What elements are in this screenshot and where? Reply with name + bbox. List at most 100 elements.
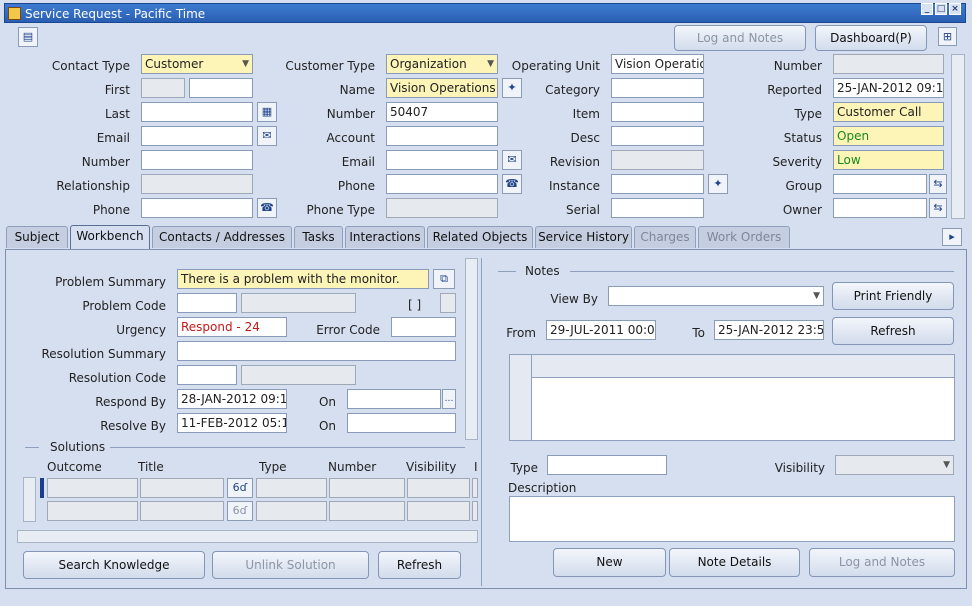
- owner-field[interactable]: [833, 198, 927, 218]
- minimize-icon[interactable]: _: [921, 3, 933, 15]
- serial-field[interactable]: [611, 198, 704, 218]
- note-type-field[interactable]: [547, 455, 667, 475]
- solution-outcome-cell[interactable]: [47, 478, 138, 498]
- account-field[interactable]: [386, 126, 498, 146]
- phone-type-field: [386, 198, 498, 218]
- first-name-field[interactable]: [189, 78, 253, 98]
- group-field[interactable]: [833, 174, 927, 194]
- solution-i-cell[interactable]: [472, 478, 478, 498]
- workbench-scrollbar[interactable]: [465, 258, 478, 440]
- resolve-on-field[interactable]: [347, 413, 456, 433]
- prefix-field: [141, 78, 185, 98]
- print-friendly-button[interactable]: Print Friendly: [832, 282, 954, 310]
- type-label: Type: [794, 107, 822, 121]
- instance-field[interactable]: [611, 174, 704, 194]
- folder-icon[interactable]: ▤: [18, 27, 38, 47]
- glasses-icon[interactable]: 6ɗ: [227, 478, 253, 498]
- tab-scroll-right-icon[interactable]: ▸: [942, 228, 962, 246]
- from-date-field[interactable]: 29-JUL-2011 00:00: [546, 320, 656, 340]
- customer-phone-label: Phone: [337, 179, 375, 193]
- contact-email-field[interactable]: [141, 126, 253, 146]
- item-field[interactable]: [611, 102, 704, 122]
- customer-number-label: Number: [326, 107, 375, 121]
- customer-number-field[interactable]: 50407: [386, 102, 498, 122]
- tab-workbench[interactable]: Workbench: [70, 225, 150, 249]
- tab-charges: Charges: [634, 226, 696, 248]
- group-label: Group: [785, 179, 822, 193]
- maximize-icon[interactable]: □: [935, 3, 947, 15]
- error-code-field[interactable]: [391, 317, 456, 337]
- resolution-summary-field[interactable]: [177, 341, 456, 361]
- tab-contacts-addresses[interactable]: Contacts / Addresses: [152, 226, 292, 248]
- respond-by-field[interactable]: 28-JAN-2012 09:13: [177, 389, 287, 409]
- solution-visibility-cell[interactable]: [407, 478, 470, 498]
- problem-code-field[interactable]: [177, 293, 237, 313]
- reported-field[interactable]: 25-JAN-2012 09:13: [833, 78, 944, 98]
- category-label: Category: [545, 83, 600, 97]
- tab-related-objects[interactable]: Related Objects: [427, 226, 533, 248]
- desc-field[interactable]: [611, 126, 704, 146]
- header-scrollbar[interactable]: [951, 54, 965, 219]
- revision-field: [611, 150, 704, 170]
- resolution-code-label: Resolution Code: [68, 371, 166, 385]
- expand-icon[interactable]: ⊞: [938, 27, 957, 46]
- category-field[interactable]: [611, 78, 704, 98]
- contact-phone-field[interactable]: [141, 198, 253, 218]
- note-visibility-select[interactable]: ▼: [835, 455, 954, 475]
- solution-number-cell[interactable]: [329, 501, 405, 521]
- solution-i-cell[interactable]: [472, 501, 478, 521]
- customer-phone-field[interactable]: [386, 174, 498, 194]
- owner-lookup-icon[interactable]: ⇆: [929, 198, 947, 218]
- note-details-button[interactable]: Note Details: [669, 548, 800, 577]
- divider: [25, 447, 39, 448]
- solutions-hscroll[interactable]: [17, 530, 478, 543]
- solution-outcome-cell[interactable]: [47, 501, 138, 521]
- tab-tasks[interactable]: Tasks: [294, 226, 343, 248]
- search-knowledge-button[interactable]: Search Knowledge: [23, 551, 205, 579]
- respond-on-field[interactable]: [347, 389, 441, 409]
- solution-number-cell[interactable]: [329, 478, 405, 498]
- contact-type-select[interactable]: Customer ▼: [141, 54, 253, 74]
- solutions-refresh-button[interactable]: Refresh: [378, 551, 461, 579]
- customer-name-field[interactable]: Vision Operations: [386, 78, 498, 98]
- tab-subject[interactable]: Subject: [6, 226, 68, 248]
- view-by-select[interactable]: ▼: [608, 286, 824, 306]
- to-date-field[interactable]: 25-JAN-2012 23:59: [714, 320, 824, 340]
- customer-type-select[interactable]: Organization ▼: [386, 54, 498, 74]
- revision-label: Revision: [549, 155, 600, 169]
- problem-summary-field[interactable]: There is a problem with the monitor.: [177, 269, 429, 289]
- solutions-vscroll[interactable]: [23, 477, 36, 522]
- solution-visibility-cell[interactable]: [407, 501, 470, 521]
- notes-grid[interactable]: [509, 354, 955, 441]
- description-textarea[interactable]: [509, 496, 955, 542]
- request-type-field[interactable]: Customer Call: [833, 102, 944, 122]
- urgency-field[interactable]: Respond - 24: [177, 317, 287, 337]
- customer-email-field[interactable]: [386, 150, 498, 170]
- solution-type-cell[interactable]: [256, 501, 327, 521]
- resolve-by-field[interactable]: 11-FEB-2012 05:13: [177, 413, 287, 433]
- problem-code-desc-field: [241, 293, 356, 313]
- dashboard-button[interactable]: Dashboard(P): [815, 25, 927, 51]
- group-lookup-icon[interactable]: ⇆: [929, 174, 947, 194]
- severity-field[interactable]: Low: [833, 150, 944, 170]
- status-field[interactable]: Open: [833, 126, 944, 146]
- request-number-label: Number: [773, 59, 822, 73]
- last-name-field[interactable]: [141, 102, 253, 122]
- contact-number-field[interactable]: [141, 150, 253, 170]
- operating-unit-field[interactable]: Vision Operatio: [611, 54, 704, 74]
- solution-title-cell[interactable]: [140, 501, 224, 521]
- ellipsis-icon[interactable]: …: [442, 389, 456, 409]
- tab-interactions[interactable]: Interactions: [345, 226, 425, 248]
- flex-brackets[interactable]: [ ]: [408, 298, 421, 312]
- window-title: Service Request - Pacific Time: [25, 7, 206, 21]
- new-note-button[interactable]: New: [553, 548, 666, 577]
- tab-service-history[interactable]: Service History: [535, 226, 632, 248]
- chevron-down-icon: ▼: [242, 59, 249, 69]
- flashlight-icon[interactable]: ✦: [708, 174, 728, 194]
- solution-title-cell[interactable]: [140, 478, 224, 498]
- problem-summary-label: Problem Summary: [55, 275, 166, 289]
- resolution-code-field[interactable]: [177, 365, 237, 385]
- solution-type-cell[interactable]: [256, 478, 327, 498]
- close-icon[interactable]: ×: [949, 3, 961, 15]
- notes-refresh-button[interactable]: Refresh: [832, 317, 954, 345]
